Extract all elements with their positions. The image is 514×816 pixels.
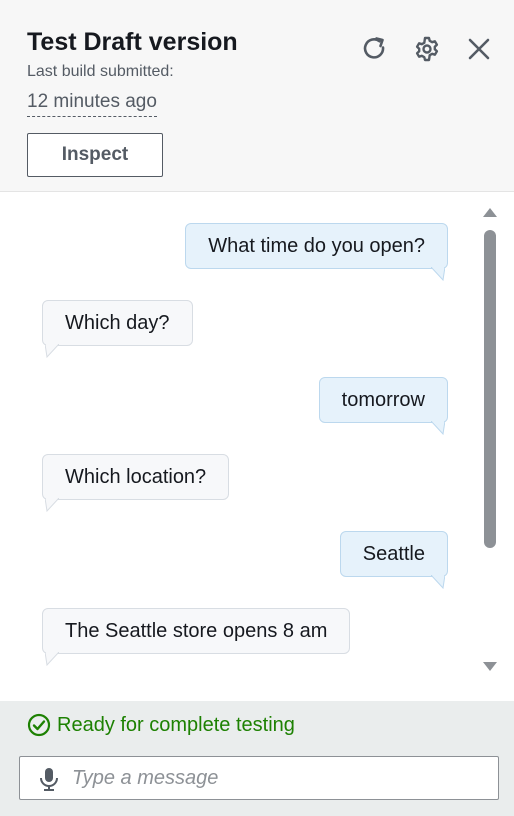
bot-message: Which day? — [42, 300, 193, 358]
build-label: Last build submitted: — [27, 63, 174, 80]
message-text: What time do you open? — [208, 235, 425, 257]
status-indicator: Ready for complete testing — [27, 713, 295, 737]
settings-button[interactable] — [412, 34, 442, 64]
scroll-up-arrow[interactable] — [482, 205, 498, 219]
message-input[interactable] — [72, 757, 492, 799]
microphone-icon[interactable] — [38, 767, 60, 791]
bubble-tail — [431, 267, 445, 281]
inspect-button[interactable]: Inspect — [27, 133, 163, 177]
gear-icon — [415, 36, 439, 62]
bot-message: The Seattle store opens 8 am — [42, 608, 351, 666]
message-text: The Seattle store opens 8 am — [65, 620, 328, 642]
bubble-tail — [45, 498, 59, 512]
test-panel-header: Test Draft version Last build submitted:… — [0, 0, 514, 192]
message-text: tomorrow — [341, 389, 425, 411]
build-time-ago[interactable]: 12 minutes ago — [27, 90, 157, 117]
bubble-tail — [431, 421, 445, 435]
bubble-tail — [45, 652, 59, 666]
message-text: Which day? — [65, 312, 170, 334]
status-text: Ready for complete testing — [57, 714, 295, 736]
scrollbar-thumb[interactable] — [484, 230, 496, 548]
bot-message: Which location? — [42, 454, 230, 512]
check-circle-icon — [27, 713, 51, 737]
bubble-tail — [45, 344, 59, 358]
user-message: Seattle — [339, 531, 448, 589]
message-text: Seattle — [362, 543, 425, 565]
close-button[interactable] — [464, 34, 494, 64]
message-text: Which location? — [65, 466, 207, 488]
user-message: tomorrow — [318, 377, 448, 435]
scroll-down-arrow[interactable] — [482, 660, 498, 674]
refresh-button[interactable] — [360, 34, 390, 64]
panel-title: Test Draft version — [27, 28, 238, 56]
test-panel-footer: Ready for complete testing — [0, 701, 514, 816]
close-icon — [468, 38, 490, 60]
bubble-tail — [431, 575, 445, 589]
user-message: What time do you open? — [185, 223, 448, 281]
refresh-icon — [363, 37, 385, 59]
message-input-box — [19, 756, 499, 800]
conversation-area[interactable]: What time do you open? Which day? tomorr… — [0, 193, 514, 701]
